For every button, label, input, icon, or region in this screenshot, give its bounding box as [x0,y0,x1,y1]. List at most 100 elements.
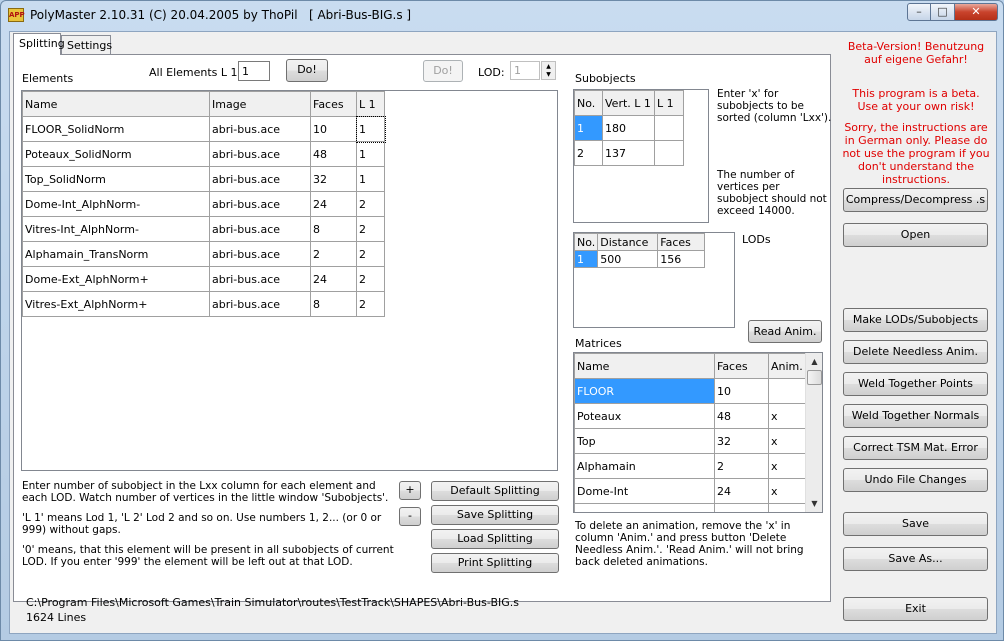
lods-grid[interactable]: No. Distance Faces 1 500 156 [573,232,735,328]
cell-l1[interactable]: 2 [356,216,385,242]
cell-name[interactable]: FLOOR_SolidNorm [22,116,210,142]
spinner-down-icon[interactable]: ▼ [542,71,555,79]
title-bar[interactable]: APP PolyMaster 2.10.31 (C) 20.04.2005 by… [1,1,1003,29]
table-row[interactable]: Poteaux 48 x [574,403,806,429]
cell-name[interactable]: Poteaux_SolidNorm [22,141,210,167]
cell-l1[interactable]: 2 [356,241,385,267]
cell-name[interactable]: Top_SolidNorm [22,166,210,192]
column-header-faces[interactable]: Faces [657,233,706,251]
cell-image[interactable]: abri-bus.ace [209,116,311,142]
scroll-up-icon[interactable]: ▲ [806,353,822,370]
do-button-disabled[interactable]: Do! [423,60,463,82]
cell-name[interactable]: Top [574,428,715,454]
cell-name[interactable]: Alphamain [574,453,715,479]
cell-faces[interactable]: 48 [714,403,769,429]
table-row[interactable]: Top_SolidNorm abri-bus.ace 32 1 [22,166,385,192]
scroll-down-icon[interactable]: ▼ [806,495,822,512]
cell-faces[interactable]: 2 [714,453,769,479]
undo-file-changes-button[interactable]: Undo File Changes [843,468,988,492]
cell-faces[interactable]: 24 [310,191,357,217]
cell-name[interactable]: Vitres-Ext_AlphNorm+ [22,291,210,317]
table-row[interactable]: Dome-Ext_AlphNorm+ abri-bus.ace 24 2 [22,266,385,292]
read-anim-button[interactable]: Read Anim. [748,320,822,343]
save-as-button[interactable]: Save As... [843,547,988,571]
cell-anim[interactable]: x [768,428,806,454]
weld-points-button[interactable]: Weld Together Points [843,372,988,396]
cell-l1[interactable]: 2 [356,266,385,292]
open-button[interactable]: Open [843,223,988,247]
cell-image[interactable]: abri-bus.ace [209,291,311,317]
cell-l1[interactable]: 1 [356,166,385,192]
cell-l1[interactable] [654,140,684,166]
tab-splitting[interactable]: Splitting [13,33,65,55]
minimize-button[interactable]: – [907,3,931,21]
cell-faces[interactable]: 8 [310,291,357,317]
cell-vert-l1[interactable]: 137 [602,140,655,166]
cell-l1[interactable] [654,115,684,141]
default-splitting-button[interactable]: Default Splitting [431,481,559,501]
cell-image[interactable]: abri-bus.ace [209,141,311,167]
cell-name[interactable]: Alphamain_TransNorm [22,241,210,267]
app-icon[interactable]: APP [8,8,25,22]
weld-normals-button[interactable]: Weld Together Normals [843,404,988,428]
cell-l1[interactable]: 1 [356,141,385,167]
column-header-l1[interactable]: L 1 [654,90,684,116]
cell-faces[interactable]: 24 [310,266,357,292]
make-lods-subobjects-button[interactable]: Make LODs/Subobjects [843,308,988,332]
cell-distance[interactable]: 500 [597,250,659,268]
table-row[interactable]: Vitres-Int_AlphNorm-abri-bus.ace 8 2 [22,216,385,242]
table-row[interactable]: Top 32 x [574,428,806,454]
column-header-no[interactable]: No. [574,233,599,251]
cell-image[interactable]: abri-bus.ace [209,216,311,242]
cell-anim[interactable]: x [768,403,806,429]
table-row[interactable]: FLOOR_SolidNorm abri-bus.ace 10 1 [22,115,386,143]
do-button[interactable]: Do! [286,59,328,82]
cell-image[interactable]: abri-bus.ace [209,191,311,217]
table-row[interactable]: FLOOR 10 [574,378,806,404]
table-row[interactable]: 2 137 [574,140,684,166]
cell-anim[interactable]: x [768,503,806,512]
scroll-thumb[interactable] [807,370,822,385]
table-row[interactable]: Alphamain_TransNorm abri-bus.ace 2 2 [22,241,385,267]
cell-faces[interactable]: 32 [310,166,357,192]
column-header-name[interactable]: Name [22,91,210,117]
cell-faces[interactable]: 32 [714,428,769,454]
table-row[interactable]: Vitres-Ext_AlphNorm+ abri-bus.ace 8 2 [22,291,385,317]
plus-button[interactable]: + [399,481,421,500]
cell-anim[interactable]: x [768,453,806,479]
matrices-grid[interactable]: Name Faces Anim. FLOOR 10 Poteaux 48 x Top 32 x… [573,352,823,513]
column-header-vert-l1[interactable]: Vert. L 1 [602,90,655,116]
table-row[interactable]: Poteaux_SolidNorm abri-bus.ace 48 1 [22,141,385,167]
cell-no[interactable]: 1 [574,250,599,268]
subobjects-grid[interactable]: No. Vert. L 1 L 1 1 180 2 137 [573,89,709,223]
cell-name[interactable]: Dome-Ext [574,503,715,512]
tab-settings[interactable]: Settings [61,35,112,55]
column-header-distance[interactable]: Distance [597,233,659,251]
cell-name[interactable]: Vitres-Int_AlphNorm- [22,216,210,242]
cell-faces[interactable]: 2 [310,241,357,267]
save-splitting-button[interactable]: Save Splitting [431,505,559,525]
cell-vert-l1[interactable]: 180 [602,115,655,141]
cell-name[interactable]: Dome-Int_AlphNorm- [22,191,210,217]
cell-faces[interactable]: 48 [310,141,357,167]
cell-faces[interactable]: 24 [714,478,769,504]
save-button[interactable]: Save [843,512,988,536]
cell-name[interactable]: Poteaux [574,403,715,429]
cell-anim[interactable] [768,378,806,404]
table-row[interactable]: 1 500 156 [574,250,706,268]
cell-image[interactable]: abri-bus.ace [209,266,311,292]
spinner-up-icon[interactable]: ▲ [542,62,555,71]
cell-l1[interactable]: 2 [356,191,385,217]
table-row[interactable]: Alphamain 2 x [574,453,806,479]
cell-faces[interactable]: 24 [714,503,769,512]
table-row[interactable]: Dome-Int_AlphNorm-abri-bus.ace 24 2 [22,191,385,217]
maximize-button[interactable]: □ [930,3,955,21]
cell-faces[interactable]: 10 [310,116,357,142]
column-header-faces[interactable]: Faces [714,353,769,379]
column-header-l1[interactable]: L 1 [356,91,385,117]
cell-image[interactable]: abri-bus.ace [209,241,311,267]
cell-l1[interactable]: 1 [355,115,386,143]
lod-spinner[interactable]: ▲ ▼ [541,61,556,80]
table-row[interactable]: Dome-Int 24 x [574,478,806,504]
table-row[interactable]: 1 180 [574,115,684,141]
